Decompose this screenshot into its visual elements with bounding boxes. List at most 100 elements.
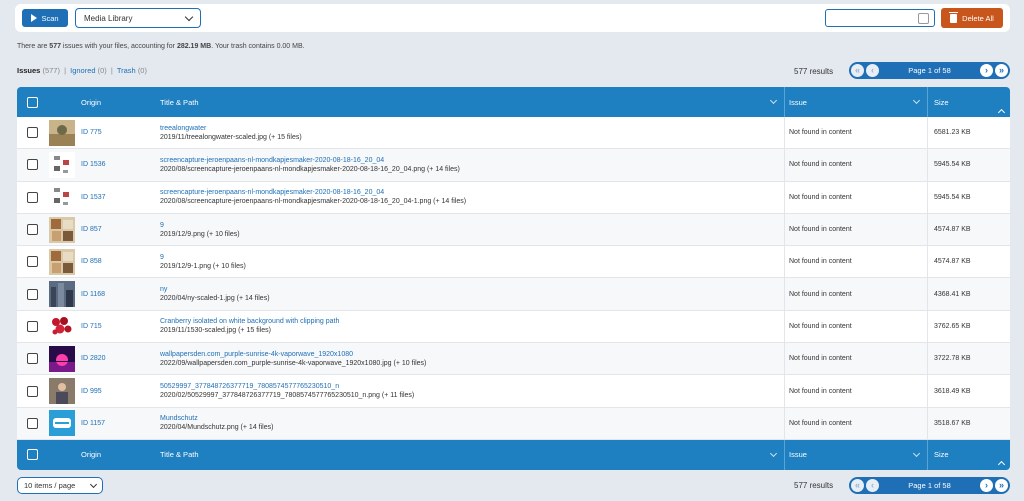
origin-link[interactable]: ID 1537 xyxy=(81,194,106,201)
column-title[interactable]: Title & Path xyxy=(156,439,785,470)
summary-middle: issues with your files, accounting for xyxy=(60,43,177,50)
scan-button[interactable]: Scan xyxy=(22,9,68,27)
column-issue-label: Issue xyxy=(789,97,807,107)
row-checkbox[interactable] xyxy=(26,224,38,236)
summary-size: 282.19 MB xyxy=(176,43,212,50)
size-value: 4574.87 KB xyxy=(934,258,971,266)
table-row[interactable]: ID 1157 Mundschutz 2020/04/Mundschutz.png … xyxy=(17,407,1010,440)
toolbar: Scan Media Library Delete All xyxy=(15,4,1010,32)
pagination-bottom: « ‹ Page 1 of 58 › » xyxy=(849,477,1010,494)
table-row[interactable]: ID 715 Cranberry isolated on white backgr… xyxy=(17,310,1010,344)
search-input[interactable] xyxy=(825,9,935,27)
tab-issues[interactable]: Issues xyxy=(17,66,40,75)
title-link[interactable]: 50529997_377848726377719_780857457776523… xyxy=(160,383,784,390)
row-checkbox[interactable] xyxy=(26,127,38,139)
table-body: ID 775 treealongwater 2019/11/treealongwat… xyxy=(17,117,1010,440)
tab-ignored[interactable]: Ignored xyxy=(70,66,95,75)
row-checkbox[interactable] xyxy=(26,320,38,332)
row-checkbox[interactable] xyxy=(26,288,38,300)
file-path: 2019/11/1530-scaled.jpg (+ 15 files) xyxy=(160,327,271,335)
last-page-button[interactable]: » xyxy=(995,64,1008,77)
origin-link[interactable]: ID 1536 xyxy=(81,161,106,168)
first-page-button[interactable]: « xyxy=(851,479,864,492)
row-checkbox[interactable] xyxy=(26,353,38,365)
origin-link[interactable]: ID 775 xyxy=(81,129,102,136)
title-link[interactable]: screencapture-jeroenpaans-nl-mondkapjesm… xyxy=(160,157,784,164)
thumbnail-image xyxy=(47,378,77,405)
row-checkbox[interactable] xyxy=(26,191,38,203)
size-value: 3722.78 KB xyxy=(934,355,971,363)
title-link[interactable]: 9 xyxy=(160,222,784,229)
table-row[interactable]: ID 857 9 2019/12/9.png (+ 10 files) Not fou… xyxy=(17,213,1010,247)
results-count-bottom: 577 results xyxy=(794,481,834,490)
table-row[interactable]: ID 775 treealongwater 2019/11/treealongwat… xyxy=(17,117,1010,150)
next-page-button[interactable]: › xyxy=(980,64,993,77)
sort-up-icon xyxy=(997,108,1006,116)
column-issue[interactable]: Issue xyxy=(785,439,928,470)
thumbnail-image xyxy=(47,410,77,437)
title-link[interactable]: wallpapersden.com_purple-sunrise-4k-vapo… xyxy=(160,351,784,358)
size-value: 4368.41 KB xyxy=(934,290,971,298)
select-all-checkbox[interactable] xyxy=(26,96,38,108)
title-link[interactable]: screencapture-jeroenpaans-nl-mondkapjesm… xyxy=(160,189,784,196)
issue-text: Not found in content xyxy=(789,193,852,201)
search-icon xyxy=(918,13,929,24)
row-checkbox[interactable] xyxy=(26,159,38,171)
source-select[interactable]: Media Library xyxy=(75,8,201,28)
title-link[interactable]: Cranberry isolated on white background w… xyxy=(160,318,784,325)
origin-link[interactable]: ID 857 xyxy=(81,226,102,233)
column-issue[interactable]: Issue xyxy=(785,87,928,117)
summary-issue-count: 577 xyxy=(49,43,61,50)
row-checkbox[interactable] xyxy=(26,417,38,429)
summary-suffix: . Your trash contains 0.00 MB. xyxy=(211,43,305,50)
origin-link[interactable]: ID 995 xyxy=(81,388,102,395)
first-page-button[interactable]: « xyxy=(851,64,864,77)
file-path: 2019/12/9-1.png (+ 10 files) xyxy=(160,262,246,270)
file-path: 2020/04/ny-scaled-1.jpg (+ 14 files) xyxy=(160,295,270,303)
issue-text: Not found in content xyxy=(789,161,852,169)
delete-all-button[interactable]: Delete All xyxy=(941,8,1003,28)
page-indicator: Page 1 of 58 xyxy=(908,481,951,490)
title-link[interactable]: ny xyxy=(160,286,784,293)
title-link[interactable]: treealongwater xyxy=(160,125,784,132)
table-header: Origin Title & Path Issue Size xyxy=(17,87,1010,117)
title-link[interactable]: Mundschutz xyxy=(160,415,784,422)
tab-separator: | xyxy=(110,66,113,75)
column-origin[interactable]: Origin xyxy=(77,450,156,459)
size-value: 5945.54 KB xyxy=(934,161,971,169)
summary-prefix: There are xyxy=(17,43,50,50)
origin-link[interactable]: ID 715 xyxy=(81,323,102,330)
column-title-label: Title & Path xyxy=(160,450,199,460)
file-path: 2020/04/Mundschutz.png (+ 14 files) xyxy=(160,424,274,432)
column-title[interactable]: Title & Path xyxy=(156,87,785,117)
tab-trash[interactable]: Trash xyxy=(117,66,136,75)
summary-text: There are 577 issues with your files, ac… xyxy=(17,43,305,50)
thumbnail-image xyxy=(47,216,77,243)
prev-page-button[interactable]: ‹ xyxy=(866,64,879,77)
table-row[interactable]: ID 2820 wallpapersden.com_purple-sunrise-… xyxy=(17,343,1010,376)
next-page-button[interactable]: › xyxy=(980,479,993,492)
trash-icon xyxy=(949,11,959,23)
page-indicator: Page 1 of 58 xyxy=(908,66,951,75)
select-all-checkbox[interactable] xyxy=(26,449,38,461)
title-link[interactable]: 9 xyxy=(160,254,784,261)
column-origin[interactable]: Origin xyxy=(77,98,156,107)
row-checkbox[interactable] xyxy=(26,256,38,268)
column-size[interactable]: Size xyxy=(928,98,1010,116)
last-page-button[interactable]: » xyxy=(995,479,1008,492)
table-row[interactable]: ID 858 9 2019/12/9-1.png (+ 10 files) Not f… xyxy=(17,246,1010,279)
items-per-page-select[interactable]: 10 items / page xyxy=(17,477,103,494)
table-row[interactable]: ID 1536 screencapture-jeroenpaans-nl-mond… xyxy=(17,149,1010,182)
row-checkbox[interactable] xyxy=(26,385,38,397)
prev-page-button[interactable]: ‹ xyxy=(866,479,879,492)
origin-link[interactable]: ID 1157 xyxy=(81,420,105,427)
table-row[interactable]: ID 1537 screencapture-jeroenpaans-nl-mond… xyxy=(17,181,1010,214)
column-size[interactable]: Size xyxy=(928,450,1010,469)
origin-link[interactable]: ID 2820 xyxy=(81,355,106,362)
delete-all-label: Delete All xyxy=(962,13,994,23)
table-row[interactable]: ID 1168 ny 2020/04/ny-scaled-1.jpg (+ 14 f… xyxy=(17,278,1010,311)
table-row[interactable]: ID 995 50529997_377848726377719_780857457… xyxy=(17,375,1010,408)
origin-link[interactable]: ID 858 xyxy=(81,258,102,265)
tab-ignored-count: (0) xyxy=(97,66,107,75)
origin-link[interactable]: ID 1168 xyxy=(81,291,105,298)
